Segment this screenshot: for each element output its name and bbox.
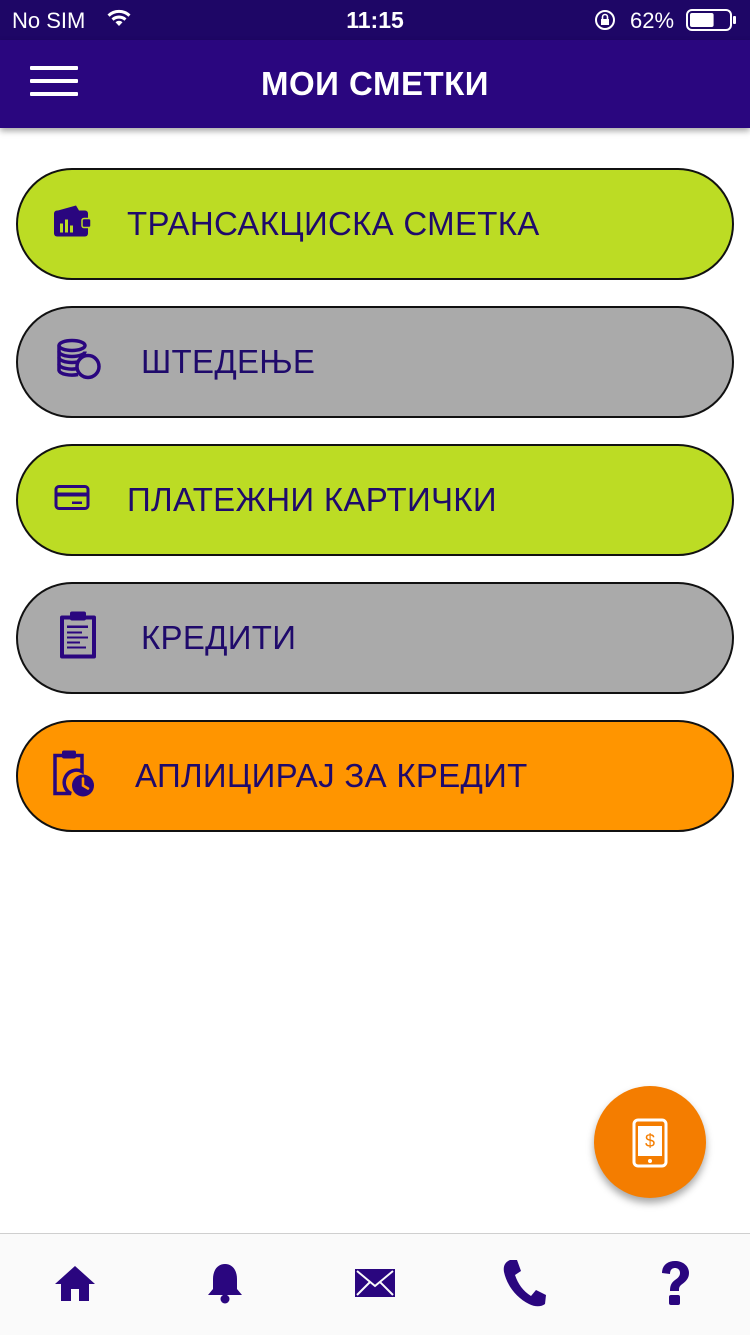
transaction-account-label: ТРАНСАКЦИСКА СМЕТКА [127, 205, 540, 242]
clipboard-clock-icon [52, 750, 96, 803]
battery-icon [686, 9, 738, 36]
savings-label: ШТЕДЕЊЕ [141, 343, 316, 380]
orientation-lock-icon [594, 9, 616, 36]
wallet-icon [52, 204, 92, 245]
loans-label: КРЕДИТИ [141, 619, 297, 656]
envelope-icon [355, 1269, 395, 1297]
apply-for-loan-button[interactable]: АПЛИЦИРАЈ ЗА КРЕДИТ [16, 720, 734, 832]
question-icon [662, 1261, 689, 1305]
svg-text:$: $ [645, 1131, 655, 1151]
app-header: МОИ СМЕТКИ [0, 40, 750, 128]
payment-cards-label: ПЛАТЕЖНИ КАРТИЧКИ [127, 481, 497, 518]
accounts-list: ТРАНСАКЦИСКА СМЕТКА ШТЕДЕЊЕ ПЛАТЕЖНИ КАР… [16, 168, 734, 858]
savings-button[interactable]: ШТЕДЕЊЕ [16, 306, 734, 418]
bottom-nav [0, 1233, 750, 1335]
payment-cards-button[interactable]: ПЛАТЕЖНИ КАРТИЧКИ [16, 444, 734, 556]
mobile-payment-button[interactable]: $ [594, 1086, 706, 1198]
page-title: МОИ СМЕТКИ [261, 65, 489, 102]
coins-icon [54, 338, 104, 387]
clipboard-icon [58, 611, 98, 666]
nav-notifications[interactable] [195, 1256, 255, 1310]
bell-icon [208, 1264, 242, 1304]
nav-call[interactable] [494, 1256, 554, 1310]
battery-percent: 62% [630, 8, 675, 33]
home-icon [55, 1266, 95, 1301]
status-bar: No SIM 11:15 62% [0, 0, 750, 40]
mobile-payment-icon: $ [632, 1118, 668, 1168]
card-icon [54, 484, 90, 517]
nav-home[interactable] [45, 1256, 105, 1310]
loans-button[interactable]: КРЕДИТИ [16, 582, 734, 694]
phone-icon [503, 1260, 546, 1307]
nav-messages[interactable] [345, 1256, 405, 1310]
transaction-account-button[interactable]: ТРАНСАКЦИСКА СМЕТКА [16, 168, 734, 280]
apply-for-loan-label: АПЛИЦИРАЈ ЗА КРЕДИТ [135, 757, 528, 794]
nav-help[interactable] [645, 1256, 705, 1310]
